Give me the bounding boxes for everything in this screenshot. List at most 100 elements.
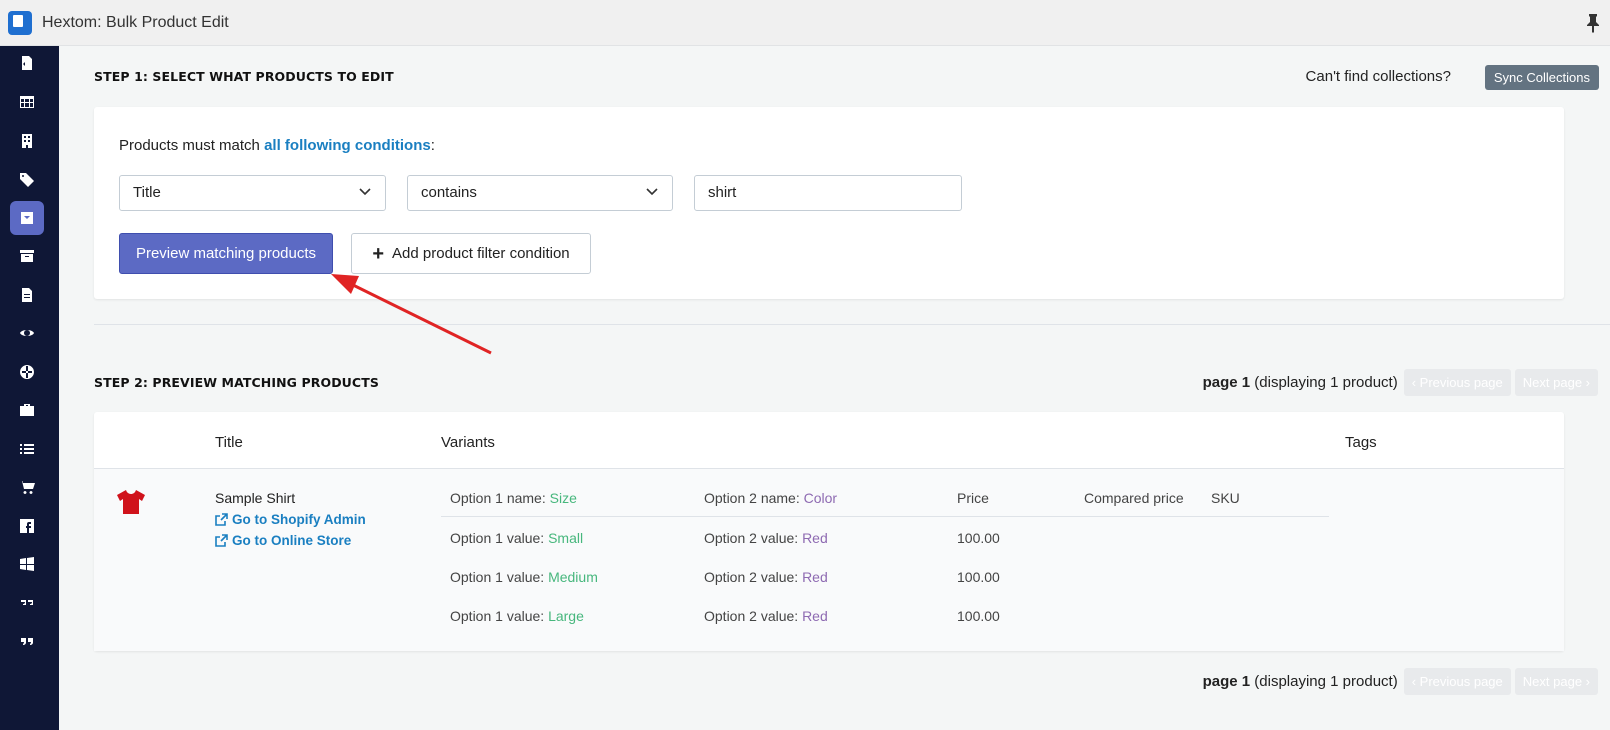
conditions-prefix: Products must match	[119, 137, 265, 154]
option2-name-value: Color	[803, 490, 838, 506]
sidebar-item-inbox[interactable]	[10, 239, 44, 273]
sidebar-item-facebook[interactable]	[10, 509, 44, 543]
sidebar-item-building[interactable]	[10, 124, 44, 158]
all-conditions-link[interactable]: all following conditions	[264, 137, 431, 154]
sidebar-item-windows[interactable]	[10, 547, 44, 581]
column-title: Title	[215, 434, 243, 451]
eye-icon	[20, 330, 34, 336]
next-page-button[interactable]: Next page ›	[1514, 668, 1598, 695]
variant-option2-cell: Option 2 value: Red	[704, 569, 828, 585]
conditions-text: Products must match all following condit…	[119, 137, 435, 154]
shopify-admin-label: Go to Shopify Admin	[232, 512, 366, 527]
online-store-link[interactable]: Go to Online Store	[215, 533, 351, 548]
sku-header: SKU	[1211, 490, 1240, 506]
filter-value-text: shirt	[708, 184, 737, 201]
variant-option2-label: Option 2 value:	[704, 569, 803, 585]
add-filter-condition-button[interactable]: + Add product filter condition	[351, 233, 591, 274]
pager-text: page 1 (displaying 1 product)	[1203, 374, 1398, 391]
price-header: Price	[957, 490, 989, 506]
app-logo-icon	[8, 10, 32, 35]
sidebar	[0, 46, 59, 730]
chevron-down-icon	[646, 188, 658, 196]
column-tags: Tags	[1345, 434, 1377, 451]
filter-card: Products must match all following condit…	[94, 107, 1564, 299]
next-page-label: Next page	[1522, 375, 1583, 390]
chevron-down-icon	[359, 188, 371, 196]
section-divider	[94, 324, 1610, 325]
pager-bottom: page 1 (displaying 1 product) ‹ Previous…	[1203, 668, 1598, 695]
sidebar-item-quote-left[interactable]	[10, 586, 44, 620]
product-thumbnail-shirt-icon[interactable]	[116, 488, 146, 516]
pager-top: page 1 (displaying 1 product) ‹ Previous…	[1203, 369, 1598, 396]
filter-value-input[interactable]: shirt	[694, 175, 962, 211]
pager-text: page 1 (displaying 1 product)	[1203, 673, 1398, 690]
sidebar-item-file-code[interactable]	[10, 46, 44, 80]
sidebar-item-list[interactable]	[10, 432, 44, 466]
previous-page-button[interactable]: ‹ Previous page	[1403, 369, 1511, 396]
plus-icon: +	[372, 242, 385, 265]
variant-option1-label: Option 1 value:	[450, 608, 549, 624]
cant-find-collections-text: Can't find collections?	[1305, 68, 1451, 85]
sidebar-item-document[interactable]	[10, 278, 44, 312]
inbox-icon	[20, 250, 34, 262]
main-content: STEP 1: SELECT WHAT PRODUCTS TO EDIT Can…	[59, 46, 1610, 730]
sidebar-item-eye[interactable]	[10, 316, 44, 350]
sidebar-item-table[interactable]	[10, 85, 44, 119]
sidebar-item-quote-right[interactable]	[10, 624, 44, 658]
file-code-icon	[22, 56, 32, 70]
next-page-label: Next page	[1522, 674, 1583, 689]
add-filter-label: Add product filter condition	[392, 245, 570, 262]
cart-icon	[19, 481, 35, 494]
facebook-icon	[20, 519, 34, 533]
previous-page-label: Previous page	[1419, 674, 1503, 689]
variant-option1-cell: Option 1 value: Medium	[450, 569, 598, 585]
shopify-admin-link[interactable]: Go to Shopify Admin	[215, 512, 366, 527]
field-select[interactable]: Title	[119, 175, 386, 211]
sidebar-item-tag[interactable]	[10, 163, 44, 197]
option2-name-label: Option 2 name:	[704, 490, 804, 506]
display-count: (displaying 1 product)	[1250, 673, 1398, 690]
external-link-icon	[215, 513, 228, 526]
page-number: page 1	[1202, 374, 1251, 391]
next-page-button[interactable]: Next page ›	[1514, 369, 1598, 396]
operator-select[interactable]: contains	[407, 175, 673, 211]
quote-right-icon	[21, 638, 33, 646]
sidebar-item-cart[interactable]	[10, 470, 44, 504]
variant-option1-value: Small	[548, 530, 584, 546]
variant-option1-value: Large	[548, 608, 584, 624]
pin-icon[interactable]	[1586, 13, 1600, 33]
compared-price-header: Compared price	[1084, 490, 1184, 506]
list-icon	[20, 444, 34, 454]
variant-option1-cell: Option 1 value: Large	[450, 608, 584, 624]
column-variants: Variants	[441, 434, 495, 451]
preview-matching-products-button[interactable]: Preview matching products	[119, 233, 333, 274]
archive-box-icon	[21, 212, 33, 224]
variant-option2-label: Option 2 value:	[704, 530, 803, 546]
tag-icon	[20, 173, 34, 187]
operator-select-value: contains	[421, 184, 477, 201]
external-link-icon	[215, 534, 228, 547]
sidebar-item-archive[interactable]	[10, 201, 44, 235]
option1-name-cell: Option 1 name: Size	[450, 490, 577, 506]
building-icon	[22, 134, 32, 148]
variant-option1-label: Option 1 value:	[450, 569, 549, 585]
document-icon	[22, 288, 32, 302]
sync-collections-button[interactable]: Sync Collections	[1484, 65, 1599, 90]
windows-icon	[20, 557, 34, 571]
variant-option2-value: Red	[802, 608, 828, 624]
quote-left-icon	[21, 600, 33, 605]
variant-price: 100.00	[957, 608, 1000, 624]
sidebar-item-briefcase[interactable]	[10, 393, 44, 427]
option2-name-cell: Option 2 name: Color	[704, 490, 837, 506]
previous-page-button[interactable]: ‹ Previous page	[1403, 668, 1511, 695]
step1-title: STEP 1: SELECT WHAT PRODUCTS TO EDIT	[94, 69, 394, 84]
online-store-label: Go to Online Store	[232, 533, 352, 548]
variant-option1-cell: Option 1 value: Small	[450, 530, 583, 546]
option1-name-label: Option 1 name:	[450, 490, 550, 506]
sidebar-item-globe[interactable]	[10, 355, 44, 389]
preview-table: Title Variants Tags Sample Shirt Go to S…	[94, 412, 1564, 651]
variant-header-divider	[441, 516, 1329, 517]
previous-page-label: Previous page	[1419, 375, 1503, 390]
app-title: Hextom: Bulk Product Edit	[42, 13, 229, 31]
title-bar: Hextom: Bulk Product Edit	[0, 0, 1610, 46]
